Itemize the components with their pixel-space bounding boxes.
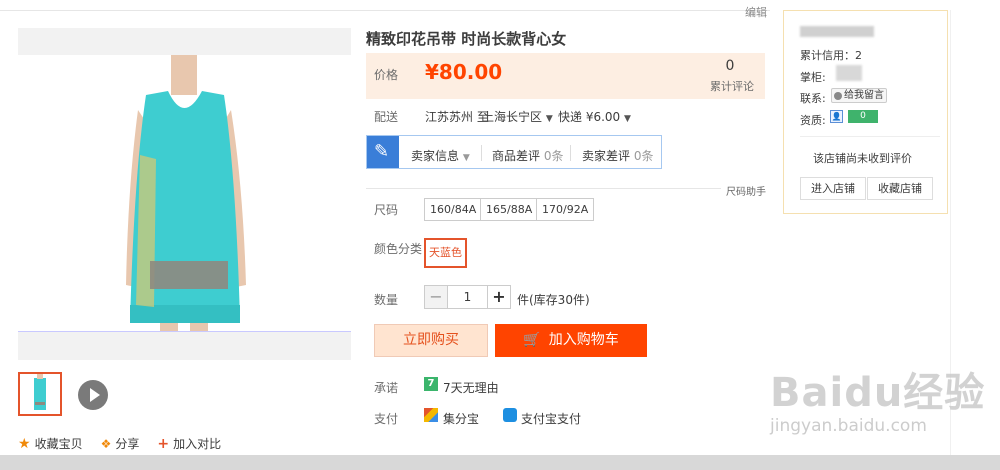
compare-label: 加入对比 [173,437,222,451]
alipay-icon [503,408,517,422]
thumbnail-1[interactable] [18,372,62,416]
product-main-image[interactable] [18,55,351,331]
baidu-watermark: Baidu经验 jingyan.baidu.com [770,360,986,436]
watermark-sub: jingyan.baidu.com [770,416,927,436]
add-compare-link[interactable]: + 加入对比 [157,435,221,452]
shop-divider [800,136,940,137]
divider [481,145,482,161]
seller-info-dropdown[interactable]: 卖家信息 ▼ [411,147,470,164]
size-option[interactable]: 160/84A [424,198,483,221]
product-negative-label: 商品差评 [492,149,541,163]
shipping-fee-select[interactable]: 快递 ¥6.00 ▼ [558,108,631,125]
review-count-label[interactable]: 累计评论 [710,78,754,94]
size-label: 尺码 [374,203,399,217]
shop-keeper-redacted [836,65,862,81]
play-video-button[interactable] [78,380,108,410]
promise-label: 承诺 [374,381,399,395]
size-option[interactable]: 165/88A [480,198,539,221]
seller-logo-icon [367,136,399,168]
caret-down-icon: ▼ [624,114,631,124]
favorite-item-link[interactable]: ★ 收藏宝贝 [18,435,83,452]
color-option-selected[interactable]: 天蓝色 [424,238,467,268]
favorite-label: 收藏宝贝 [34,437,83,451]
shipping-fee: 快递 ¥6.00 [558,110,621,124]
quantity-label: 数量 [374,293,399,307]
cart-icon: 🛒 [523,332,541,348]
share-label: 分享 [115,437,140,451]
gallery-actions: ★ 收藏宝贝 ❖ 分享 + 加入对比 [18,435,221,452]
size-helper-divider [366,188,721,189]
deposit-badge-icon[interactable]: 0 [848,110,878,123]
price-value: ¥80.00 [425,60,503,84]
image-bottom-band [18,332,351,360]
add-to-cart-button[interactable]: 🛒 加入购物车 [495,324,647,357]
thumbnail-image [34,374,46,410]
shop-credit: 累计信用：2 [800,49,862,62]
image-top-band [18,28,351,55]
payment-label: 支付 [374,412,399,426]
seller-negative-reviews[interactable]: 卖家差评 0条 [582,147,653,164]
edit-link[interactable]: 编辑 [745,4,767,20]
quantity-input[interactable]: 1 [447,285,488,309]
seller-negative-count: 0条 [633,149,654,163]
message-icon [834,91,842,100]
no-review-text: 该店铺尚未收到评价 [813,152,912,165]
contact-label: 联系: [800,92,826,105]
divider [570,145,571,161]
watermark-main: Baidu经验 [770,370,986,416]
share-icon: ❖ [100,436,112,451]
product-negative-reviews[interactable]: 商品差评 0条 [492,147,563,164]
quantity-decrease-button[interactable]: − [424,285,448,309]
buy-now-button[interactable]: 立即购买 [374,324,488,357]
shop-name-redacted [800,26,874,37]
product-negative-count: 0条 [543,149,564,163]
payment-method[interactable]: 支付宝支付 [521,410,581,427]
dress-model-image [126,55,246,331]
enter-shop-button[interactable]: 进入店铺 [800,177,866,200]
quantity-increase-button[interactable]: + [487,285,511,309]
top-divider [0,10,770,11]
plus-icon: + [157,435,170,452]
product-title: 精致印花吊带 时尚长款背心女 [366,30,567,48]
share-link[interactable]: ❖ 分享 [101,435,140,452]
leave-message-button[interactable]: 给我留言 [831,88,887,103]
shipping-destination-select[interactable]: 上海长宁区 ▼ [482,108,553,125]
shipping-destination: 上海长宁区 [482,110,543,124]
seven-day-return-icon: 7 [424,377,438,391]
review-count[interactable]: 0 [720,58,740,74]
shipping-label: 配送 [374,110,399,124]
seller-negative-label: 卖家差评 [582,149,631,163]
add-to-cart-label: 加入购物车 [548,332,619,348]
shipping-from: 江苏苏州 至 [425,110,489,124]
price-label: 价格 [374,68,399,82]
caret-down-icon: ▼ [545,114,553,124]
payment-method[interactable]: 集分宝 [443,410,479,427]
leave-message-label: 给我留言 [844,90,884,101]
id-verified-icon[interactable]: 👤 [830,110,843,123]
color-label: 颜色分类 [374,242,423,256]
stock-info: 件(库存30件) [517,293,590,307]
favorite-shop-button[interactable]: 收藏店铺 [867,177,933,200]
jifenbao-icon [424,408,438,422]
bottom-bar [0,455,1000,470]
size-option[interactable]: 170/92A [536,198,595,221]
shop-keeper-label: 掌柜: [800,71,826,84]
seller-info-label: 卖家信息 [411,149,460,163]
star-icon: ★ [18,435,31,452]
caret-down-icon: ▼ [462,153,470,163]
size-helper-link[interactable]: 尺码助手 [726,183,766,198]
promise-text[interactable]: 7天无理由 [443,379,499,396]
qualification-label: 资质: [800,114,826,127]
